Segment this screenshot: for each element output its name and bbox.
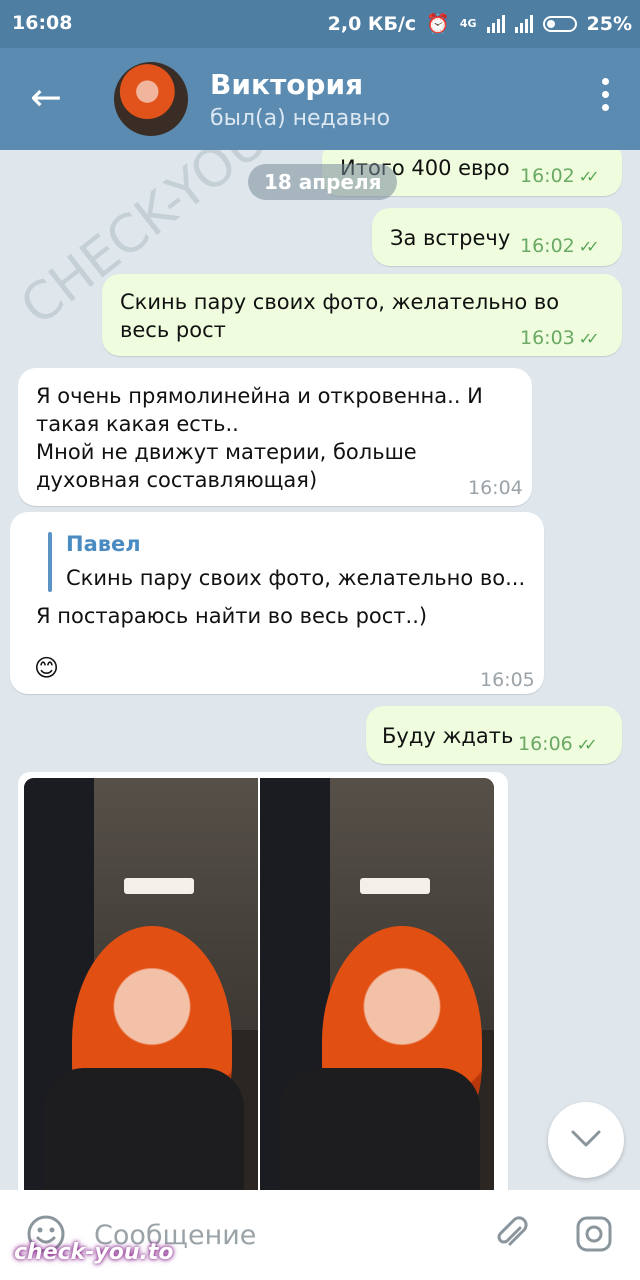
message-time: 16:02 [520,165,575,187]
network-type: 4G [459,17,477,30]
avatar[interactable] [114,62,188,136]
message-bubble-reply[interactable]: Павел Скинь пару своих фото, желательно … [10,512,544,694]
message-text: За встречу [390,226,511,250]
watermark-logo: check-you.to [14,1240,174,1265]
message-composer [0,1190,640,1280]
message-meta: 16:03 ✓✓ [520,324,600,353]
contact-name[interactable]: Виктория [210,68,363,101]
battery-level: 25% [586,12,632,35]
message-bubble[interactable]: Скинь пару своих фото, желательно во вес… [102,274,622,356]
double-check-icon: ✓✓ [576,735,598,754]
message-time: 16:03 [520,327,575,349]
chat-area[interactable]: CHECK-YOU-ME Итого 400 евро 16:02 ✓✓ 18 а… [0,150,640,1190]
status-time: 16:08 [12,12,73,34]
back-arrow-icon[interactable]: ← [30,78,62,116]
message-time: 16:02 [520,235,575,257]
signal-icon-2 [514,14,533,33]
battery-icon [542,15,577,32]
paperclip-icon[interactable] [492,1214,532,1254]
date-badge: 18 апреля [248,164,398,200]
scroll-down-button[interactable] [548,1102,624,1178]
reply-quote[interactable]: Скинь пару своих фото, желательно во... [66,564,525,592]
signal-icon [486,14,505,33]
message-meta: 16:06 ✓✓ [518,730,598,759]
message-time: 16:04 [468,477,523,499]
message-meta: 16:02 ✓✓ [520,162,600,191]
chat-header: ← Виктория был(а) недавно [0,48,640,150]
reply-bar [48,532,52,592]
photo-thumbnail[interactable] [24,778,258,1190]
alarm-icon: ⏰ [426,13,450,35]
message-bubble[interactable]: За встречу 16:02 ✓✓ [372,208,622,266]
double-check-icon: ✓✓ [578,329,600,348]
status-bar: 16:08 2,0 КБ/с ⏰ 4G 25% [0,0,640,48]
message-bubble[interactable]: Я очень прямолинейна и откровенна.. И та… [18,368,532,506]
camera-icon[interactable] [574,1214,614,1254]
message-text: Я очень прямолинейна и откровенна.. И та… [36,384,483,492]
message-meta: 16:02 ✓✓ [520,232,600,261]
more-menu-icon[interactable] [602,78,610,111]
message-text: Я постараюсь найти во весь рост..) [36,604,428,628]
double-check-icon: ✓✓ [578,167,600,186]
status-right: 2,0 КБ/с ⏰ 4G 25% [327,12,632,36]
reply-author[interactable]: Павел [66,530,141,558]
chevron-down-icon [571,1130,601,1147]
network-speed: 2,0 КБ/с [327,12,417,35]
contact-status: был(а) недавно [210,106,391,131]
message-bubble[interactable]: Буду ждать 16:06 ✓✓ [366,706,622,764]
photo-thumbnail[interactable] [260,778,494,1190]
double-check-icon: ✓✓ [578,237,600,256]
message-time: 16:05 [480,669,535,691]
smile-emoji: 😊 [34,654,60,682]
message-time: 16:06 [518,733,573,755]
message-text: Буду ждать [382,724,514,748]
